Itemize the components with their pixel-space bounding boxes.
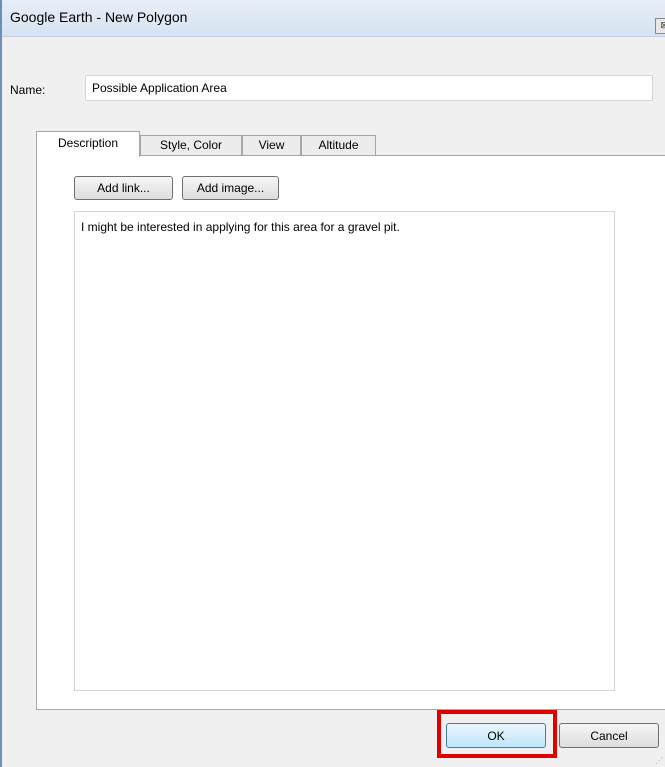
tab-view[interactable]: View: [242, 135, 301, 155]
tab-description[interactable]: Description: [36, 131, 140, 157]
description-textarea[interactable]: I might be interested in applying for th…: [74, 211, 615, 691]
new-polygon-dialog: Google Earth - New Polygon ⊠ Name: Descr…: [0, 0, 665, 767]
add-link-button[interactable]: Add link...: [74, 176, 173, 200]
name-label: Name:: [10, 83, 46, 97]
cancel-button[interactable]: Cancel: [559, 723, 659, 748]
window-title: Google Earth - New Polygon: [10, 9, 188, 25]
resize-grip-icon[interactable]: ⋰: [655, 756, 663, 765]
add-image-button[interactable]: Add image...: [182, 176, 279, 200]
tab-altitude[interactable]: Altitude: [301, 135, 376, 155]
close-icon[interactable]: ⊠: [655, 18, 665, 34]
title-bar[interactable]: Google Earth - New Polygon ⊠: [2, 0, 665, 37]
name-input[interactable]: [85, 75, 653, 101]
tab-style-color[interactable]: Style, Color: [140, 135, 242, 155]
ok-button[interactable]: OK: [446, 723, 546, 748]
